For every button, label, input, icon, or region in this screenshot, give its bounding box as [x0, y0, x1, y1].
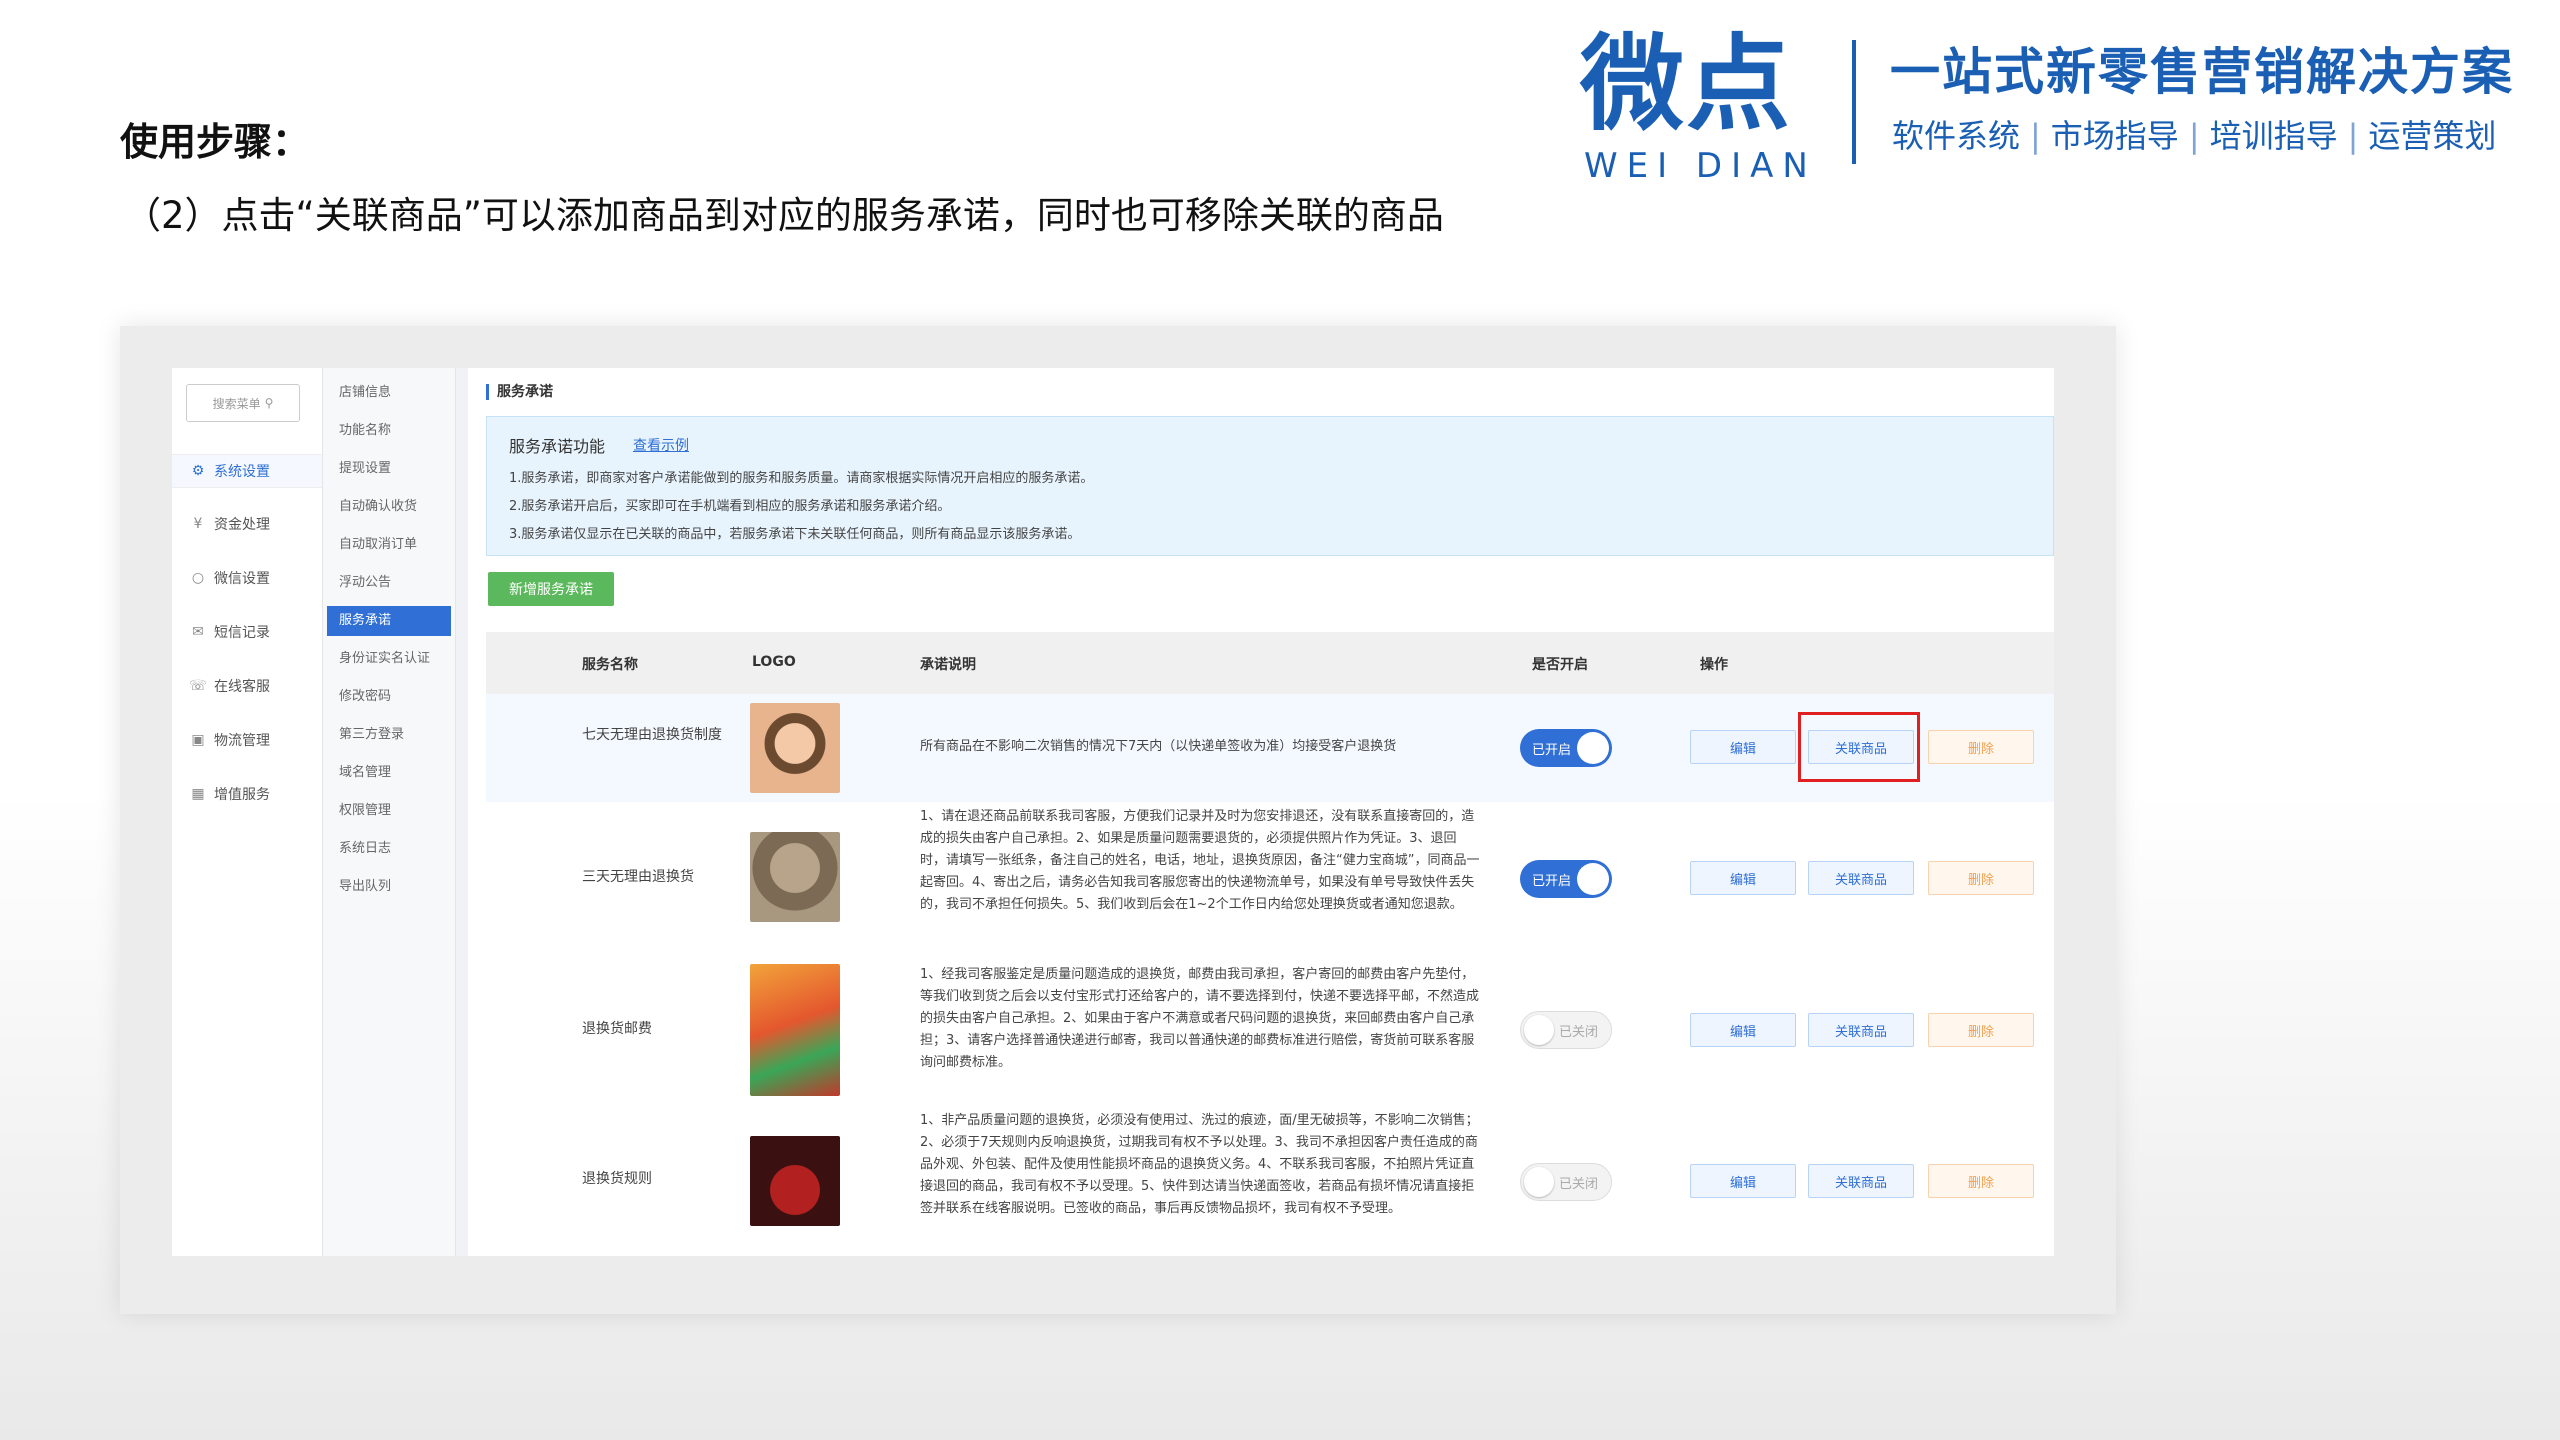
main-content: 服务承诺 服务承诺功能 查看示例 1.服务承诺，即商家对客户承诺能做到的服务和服… [468, 368, 2054, 1256]
primary-sidebar: 搜索菜单 ⚲ ⚙ 系统设置 ¥ 资金处理 ○ 微信设置 ✉ 短信记录 ☏ 在线客… [172, 368, 323, 1256]
menu-search-input[interactable]: 搜索菜单 ⚲ [186, 384, 300, 422]
step-description: （2）点击“关联商品”可以添加商品到对应的服务承诺，同时也可移除关联的商品 [124, 194, 1444, 237]
info-line-2: 2.服务承诺开启后，买家即可在手机端看到相应的服务承诺和服务承诺介绍。 [509, 499, 951, 514]
subnav-id-verification[interactable]: 身份证实名认证 [327, 644, 451, 674]
table-row: 七天无理由退换货制度 所有商品在不影响二次销售的情况下7天内（以快递单签收为准）… [486, 694, 2054, 803]
enable-toggle[interactable]: 已开启 [1520, 860, 1612, 898]
sidebar-item-logistics[interactable]: ▣ 物流管理 [172, 724, 322, 756]
wechat-icon: ○ [191, 570, 205, 586]
info-line-1: 1.服务承诺，即商家对客户承诺能做到的服务和服务质量。请商家根据实际情况开启相应… [509, 471, 1094, 486]
wine-bottle-logo [750, 1136, 840, 1226]
subnav-withdraw-settings[interactable]: 提现设置 [327, 454, 451, 484]
service-desc: 1、经我司客服鉴定是质量问题造成的退换货，邮费由我司承担，客户寄回的邮费由客户先… [920, 967, 1480, 1070]
service-name: 七天无理由退换货制度 [582, 727, 722, 743]
sidebar-item-wechat[interactable]: ○ 微信设置 [172, 562, 322, 594]
subnav-shop-info[interactable]: 店铺信息 [327, 378, 451, 408]
link-products-button[interactable]: 关联商品 [1808, 861, 1914, 895]
table-row: 退换货规则 1、非产品质量问题的退换货，必须没有使用过、洗过的痕迹，面/里无破损… [486, 1106, 2054, 1256]
search-icon: ⚲ [264, 396, 274, 410]
brand-slogan: 一站式新零售营销解决方案 [1890, 43, 2514, 101]
edit-button[interactable]: 编辑 [1690, 861, 1796, 895]
money-icon: ¥ [193, 516, 203, 532]
gear-icon: ⚙ [191, 463, 205, 479]
brand-logo: 微点 WEI DIAN 一站式新零售营销解决方案 软件系统 | 市场指导 | 培训指导 |… [1580, 23, 2512, 184]
sidebar-item-sms[interactable]: ✉ 短信记录 [172, 616, 322, 648]
edit-button[interactable]: 编辑 [1690, 1164, 1796, 1198]
header-desc: 承诺说明 [920, 657, 976, 673]
chart-icon: ▦ [191, 786, 205, 802]
poster-logo [750, 964, 840, 1096]
logo-english: WEI DIAN [1584, 146, 1817, 186]
admin-app: 搜索菜单 ⚲ ⚙ 系统设置 ¥ 资金处理 ○ 微信设置 ✉ 短信记录 ☏ 在线客… [172, 368, 2054, 1256]
subnav-float-notice[interactable]: 浮动公告 [327, 568, 451, 598]
header-logo: LOGO [752, 654, 796, 670]
delete-button[interactable]: 删除 [1928, 861, 2034, 895]
logo-chinese: 微点 [1580, 23, 1793, 145]
child-photo-logo [750, 703, 840, 793]
info-line-3: 3.服务承诺仅显示在已关联的商品中，若服务承诺下未关联任何商品，则所有商品显示该… [509, 527, 1081, 542]
sidebar-item-system-settings[interactable]: ⚙ 系统设置 [172, 454, 322, 488]
subnav-export-queue[interactable]: 导出队列 [327, 872, 451, 902]
delete-button[interactable]: 删除 [1928, 1013, 2034, 1047]
service-training: 培训指导 [2209, 117, 2338, 155]
add-service-promise-button[interactable]: 新增服务承诺 [488, 572, 614, 606]
table-row: 退换货邮费 1、经我司客服鉴定是质量问题造成的退换货，邮费由我司承担，客户寄回的… [486, 954, 2054, 1107]
sidebar-item-funds[interactable]: ¥ 资金处理 [172, 508, 322, 540]
subnav-auto-cancel[interactable]: 自动取消订单 [327, 530, 451, 560]
subnav-feature-name[interactable]: 功能名称 [327, 416, 451, 446]
table-row: 三天无理由退换货 1、请在退还商品前联系我司客服，方便我们记录并及时为您安排退还… [486, 802, 2054, 955]
subnav-third-party-login[interactable]: 第三方登录 [327, 720, 451, 750]
logo-divider [1852, 40, 1856, 164]
service-market: 市场指导 [2050, 117, 2179, 155]
delete-button[interactable]: 删除 [1928, 1164, 2034, 1198]
step-title: 使用步骤： [120, 120, 311, 164]
subnav-domain[interactable]: 域名管理 [327, 758, 451, 788]
page-title: 服务承诺 [486, 384, 553, 400]
header-name: 服务名称 [582, 657, 638, 673]
screenshot-frame: 搜索菜单 ⚲ ⚙ 系统设置 ¥ 资金处理 ○ 微信设置 ✉ 短信记录 ☏ 在线客… [120, 326, 2116, 1314]
message-icon: ✉ [192, 624, 204, 640]
highlight-box [1798, 712, 1920, 782]
subnav-system-log[interactable]: 系统日志 [327, 834, 451, 864]
info-panel: 服务承诺功能 查看示例 1.服务承诺，即商家对客户承诺能做到的服务和服务质量。请… [486, 416, 2054, 556]
service-name: 三天无理由退换货 [582, 869, 694, 885]
subnav-auto-confirm[interactable]: 自动确认收货 [327, 492, 451, 522]
service-desc: 1、请在退还商品前联系我司客服，方便我们记录并及时为您安排退还，没有联系直接寄回… [920, 809, 1480, 912]
service-software: 软件系统 [1892, 117, 2021, 155]
subnav-permissions[interactable]: 权限管理 [327, 796, 451, 826]
secondary-sidebar: 店铺信息 功能名称 提现设置 自动确认收货 自动取消订单 浮动公告 服务承诺 身… [323, 368, 456, 1256]
enable-toggle[interactable]: 已开启 [1520, 729, 1612, 767]
service-name: 退换货规则 [582, 1171, 652, 1187]
delete-button[interactable]: 删除 [1928, 730, 2034, 764]
header-enabled: 是否开启 [1532, 657, 1588, 673]
enable-toggle[interactable]: 已关闭 [1520, 1011, 1612, 1049]
service-desc: 所有商品在不影响二次销售的情况下7天内（以快递单签收为准）均接受客户退换货 [920, 739, 1397, 754]
sidebar-item-value-added[interactable]: ▦ 增值服务 [172, 778, 322, 810]
service-icon: ☏ [189, 678, 207, 694]
edit-button[interactable]: 编辑 [1690, 730, 1796, 764]
table-header: 服务名称 LOGO 承诺说明 是否开启 操作 [486, 632, 2054, 694]
brand-services: 软件系统 | 市场指导 | 培训指导 | 运营策划 [1892, 117, 2497, 155]
cat-photo-logo [750, 832, 840, 922]
truck-icon: ▣ [191, 732, 205, 748]
enable-toggle[interactable]: 已关闭 [1520, 1163, 1612, 1201]
subnav-service-promise[interactable]: 服务承诺 [327, 606, 451, 636]
info-title: 服务承诺功能 [509, 437, 606, 456]
header-ops: 操作 [1700, 657, 1728, 673]
link-products-button[interactable]: 关联商品 [1808, 1013, 1914, 1047]
view-example-link[interactable]: 查看示例 [633, 435, 689, 455]
sidebar-item-online-service[interactable]: ☏ 在线客服 [172, 670, 322, 702]
service-desc: 1、非产品质量问题的退换货，必须没有使用过、洗过的痕迹，面/里无破损等，不影响二… [920, 1113, 1479, 1216]
subnav-change-password[interactable]: 修改密码 [327, 682, 451, 712]
service-name: 退换货邮费 [582, 1021, 652, 1037]
edit-button[interactable]: 编辑 [1690, 1013, 1796, 1047]
link-products-button[interactable]: 关联商品 [1808, 1164, 1914, 1198]
service-operation: 运营策划 [2368, 117, 2497, 155]
